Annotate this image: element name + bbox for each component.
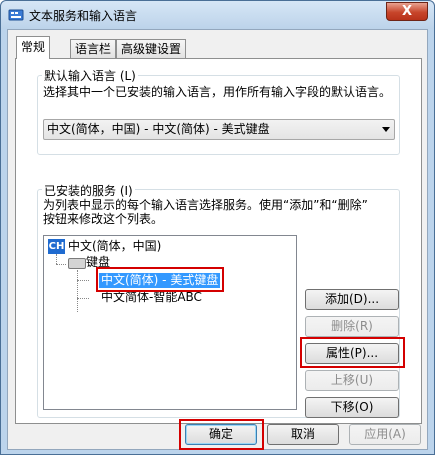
highlight-box-ok [179, 419, 264, 450]
tree-connector [77, 280, 89, 281]
tree-connector [77, 298, 89, 299]
tree-connector [56, 264, 66, 265]
installed-services-group-title: 已安装的服务 (I) [42, 182, 135, 199]
tree-connector [77, 270, 78, 312]
services-tree[interactable]: CH 中文(简体，中国) 键盘 中文(简体) - 美式键盘 中文简体-智能ABC [43, 235, 297, 410]
apply-button[interactable]: 应用(A) [349, 424, 421, 445]
default-language-select-value: 中文(简体，中国) - 中文(简体) - 美式键盘 [47, 122, 270, 136]
window-title: 文本服务和输入语言 [29, 9, 138, 23]
tree-connector [56, 254, 57, 264]
tab-advanced-key-settings[interactable]: 高级键设置 [116, 39, 187, 58]
highlight-box-selected-item [96, 267, 224, 292]
close-button[interactable]: X [386, 2, 428, 21]
dialog-client: 常规 语言栏 高级键设置 默认输入语言 (L) 选择其中一个已安装的输入语言，用… [7, 29, 428, 450]
highlight-box-properties [300, 337, 405, 368]
tab-general[interactable]: 常规 [16, 36, 51, 59]
tab-language-bar[interactable]: 语言栏 [70, 39, 117, 58]
cancel-button[interactable]: 取消 [267, 424, 339, 445]
tab-panel-general: 默认输入语言 (L) 选择其中一个已安装的输入语言，用作所有输入字段的默认语言。… [15, 58, 422, 424]
tree-item[interactable]: 中文简体-智能ABC [101, 290, 202, 305]
chevron-down-icon [382, 127, 390, 132]
default-language-group-title: 默认输入语言 (L) [42, 67, 138, 84]
move-up-button[interactable]: 上移(U) [305, 370, 399, 391]
remove-button[interactable]: 删除(R) [305, 316, 399, 337]
move-down-button[interactable]: 下移(O) [305, 397, 399, 418]
app-keyboard-icon [8, 9, 24, 21]
dialog-window: 文本服务和输入语言 X 常规 语言栏 高级键设置 默认输入语言 (L) 选择其中… [0, 0, 435, 455]
default-language-select[interactable]: 中文(简体，中国) - 中文(简体) - 美式键盘 [43, 119, 395, 140]
default-language-description: 选择其中一个已安装的输入语言，用作所有输入字段的默认语言。 [43, 85, 392, 99]
installed-services-description-2: 按钮来修改这个列表。 [43, 212, 164, 226]
installed-services-description-1: 为列表中显示的每个输入语言选择服务。使用“添加”和“删除” [43, 198, 368, 212]
add-button[interactable]: 添加(D)... [305, 289, 399, 310]
tree-node-language[interactable]: 中文(简体，中国) [68, 239, 161, 254]
keyboard-icon [68, 258, 86, 269]
language-badge-icon: CH [48, 239, 65, 254]
title-bar[interactable]: 文本服务和输入语言 X [1, 1, 434, 29]
